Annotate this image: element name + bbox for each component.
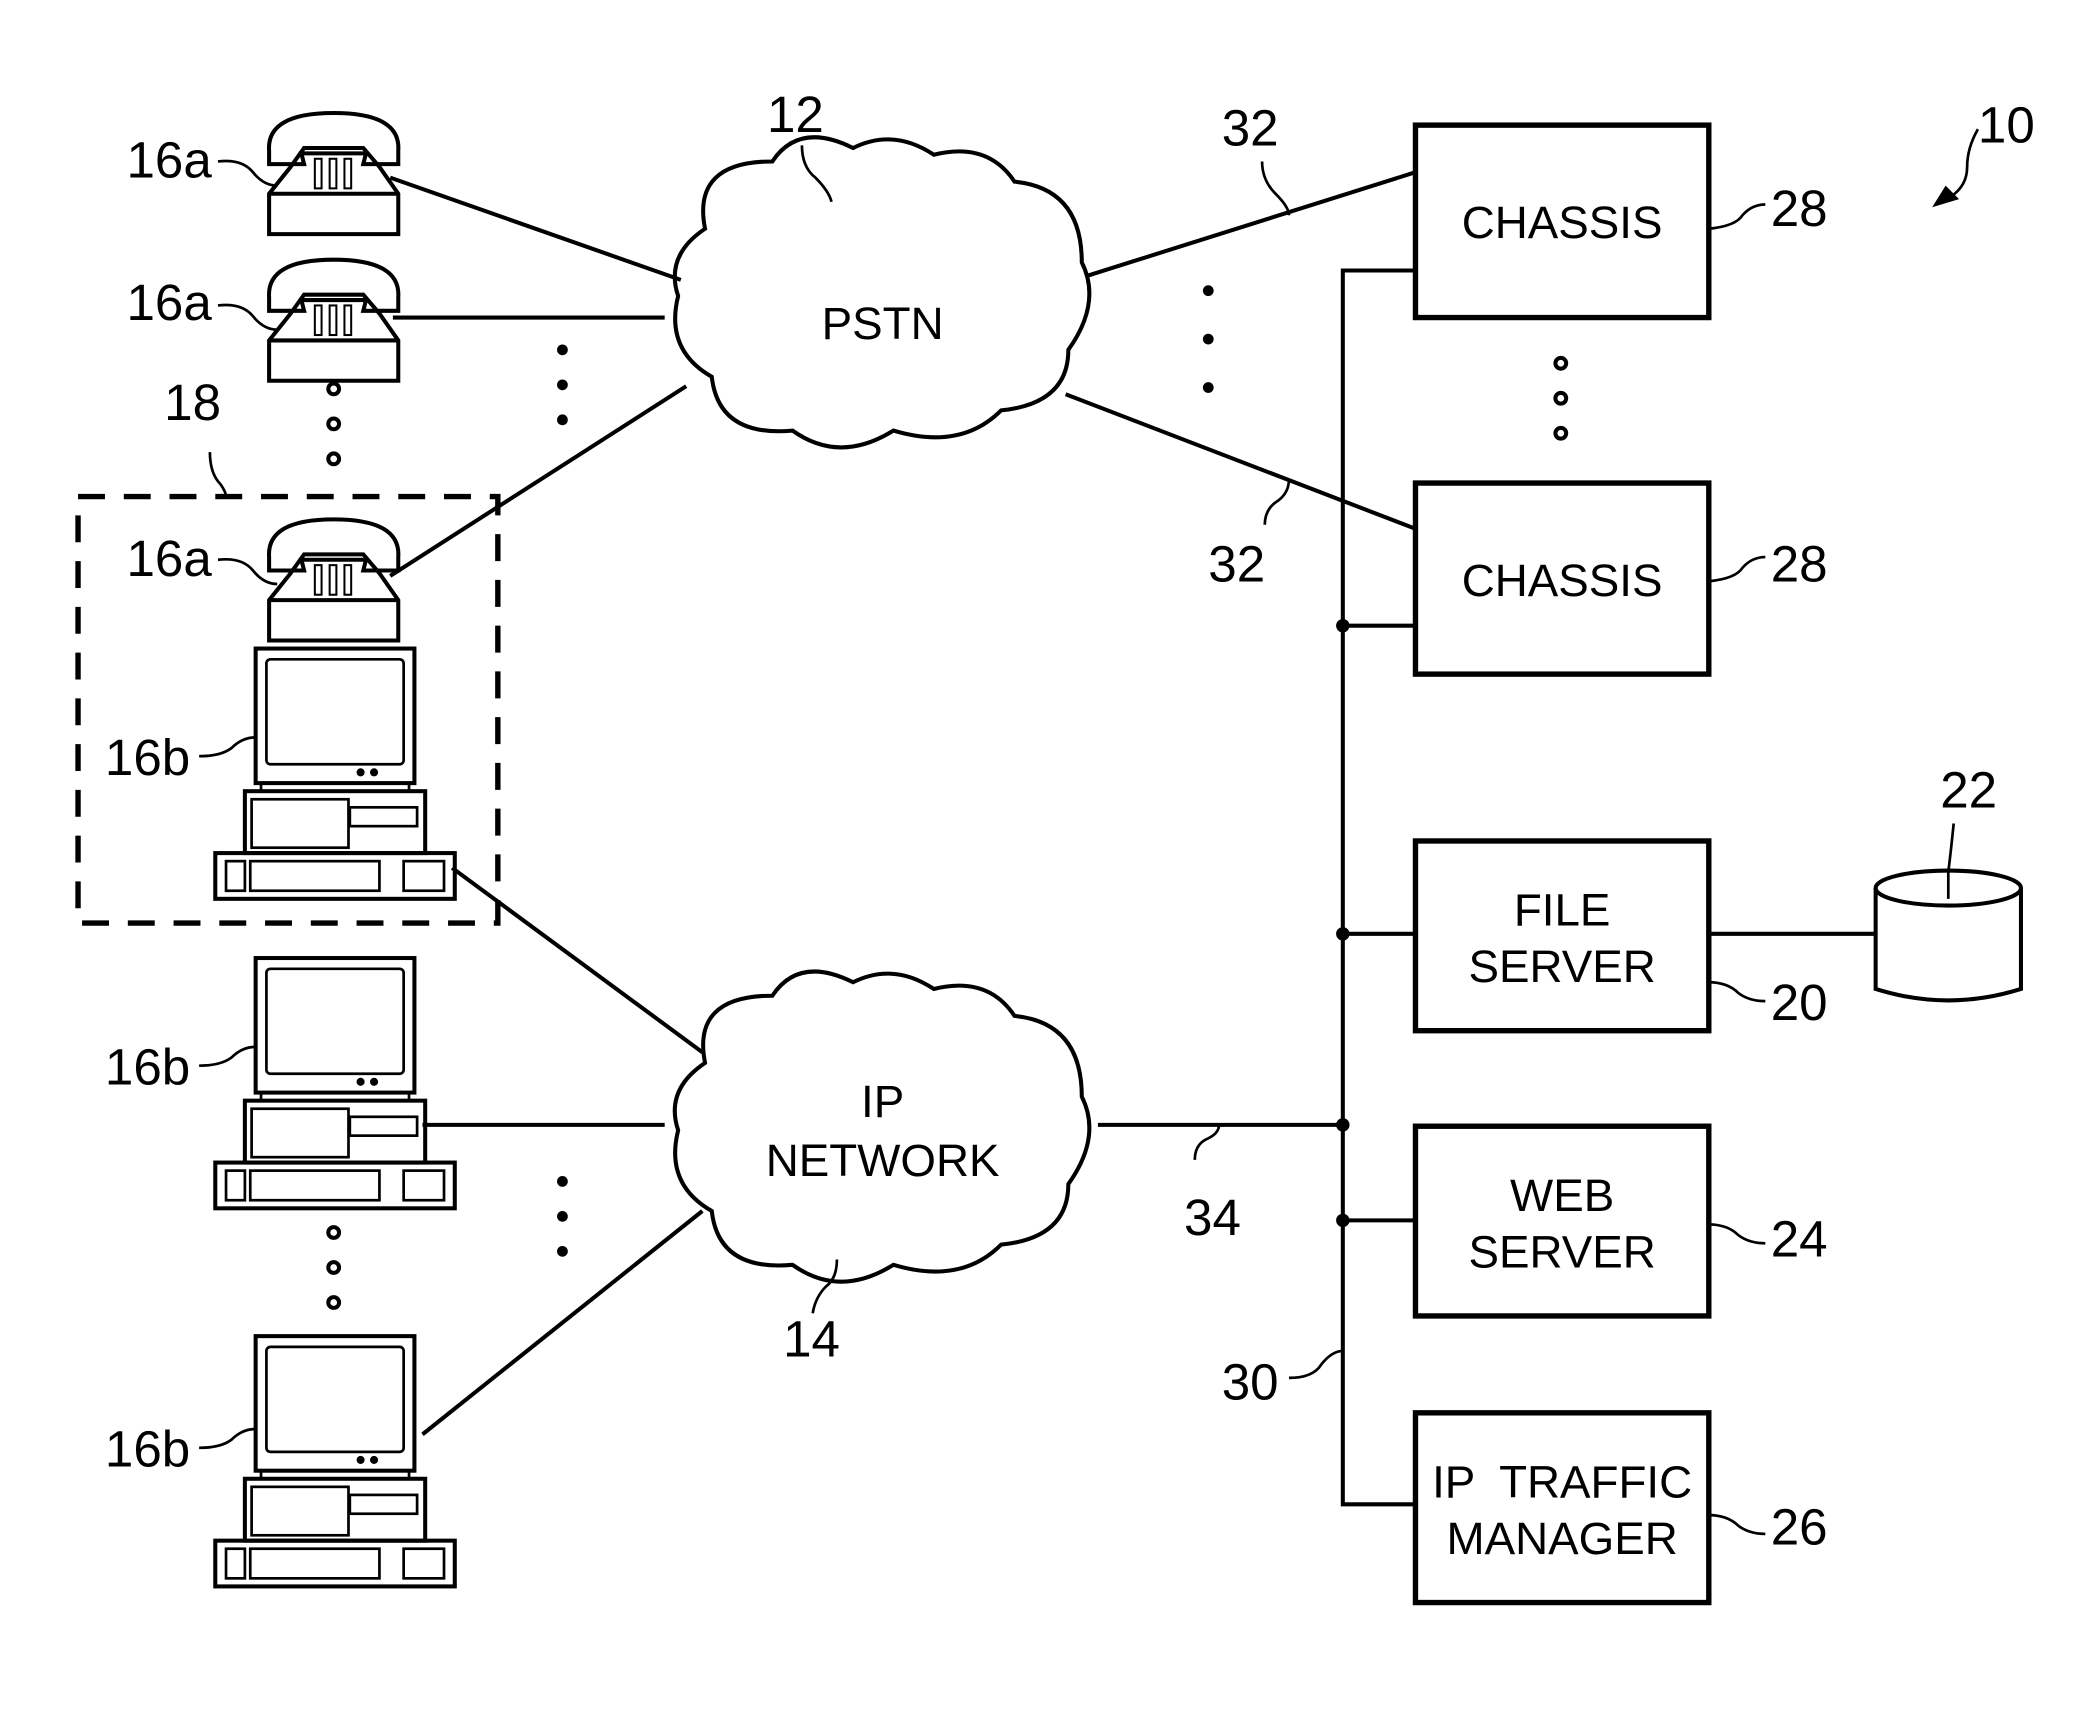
file-server-box: [1412, 838, 1712, 1034]
ref-label: 16b: [105, 1421, 190, 1478]
pstn-cloud: [675, 137, 1090, 447]
computer-icon: [215, 958, 455, 1208]
ip-traffic-manager-label-1: IP TRAFFIC: [1432, 1457, 1692, 1508]
ref-label: 16a: [126, 132, 212, 189]
ip-network-label-1: IP: [861, 1076, 904, 1127]
ip-network-label-2: NETWORK: [766, 1135, 1000, 1186]
ref-label: 32: [1222, 99, 1279, 156]
ref-label: 28: [1771, 180, 1828, 237]
ref-label: 24: [1771, 1211, 1828, 1268]
ref-label: 28: [1771, 535, 1828, 592]
computer-icon: [215, 649, 455, 899]
chassis-label-2: CHASSIS: [1462, 555, 1663, 606]
file-server-label-2: SERVER: [1469, 941, 1656, 992]
web-server-label-1: WEB: [1510, 1170, 1614, 1221]
network-diagram: PSTN IP NETWORK CHASSIS CHASSIS FILE SER…: [75, 86, 2035, 1606]
ref-label: 18: [164, 374, 221, 431]
file-server-label-1: FILE: [1514, 885, 1611, 936]
phone-icon: [269, 260, 398, 381]
ref-label: 16a: [126, 274, 212, 331]
ref-label: 16b: [105, 729, 190, 786]
ref-label: 16a: [126, 530, 212, 587]
ip-traffic-manager-label-2: MANAGER: [1447, 1513, 1678, 1564]
web-server-label-2: SERVER: [1469, 1227, 1656, 1278]
ref-label: 16b: [105, 1039, 190, 1096]
phone-icon: [269, 113, 398, 234]
ref-label: 14: [783, 1310, 840, 1367]
ip-traffic-manager-box: [1412, 1410, 1712, 1606]
ref-label: 12: [767, 86, 824, 143]
ref-label: 34: [1184, 1189, 1241, 1246]
ref-label: 30: [1222, 1353, 1279, 1410]
ref-label: 22: [1940, 761, 1997, 818]
figure-ref-label: 10: [1978, 97, 2035, 154]
arrow-icon: [1932, 185, 1960, 208]
chassis-label-1: CHASSIS: [1462, 197, 1663, 248]
pstn-label: PSTN: [822, 298, 944, 349]
web-server-box: [1412, 1123, 1712, 1319]
ref-label: 32: [1208, 535, 1265, 592]
computer-icon: [215, 1336, 455, 1586]
ref-label: 26: [1771, 1499, 1828, 1556]
phone-icon: [269, 519, 398, 640]
ref-label: 20: [1771, 974, 1828, 1031]
